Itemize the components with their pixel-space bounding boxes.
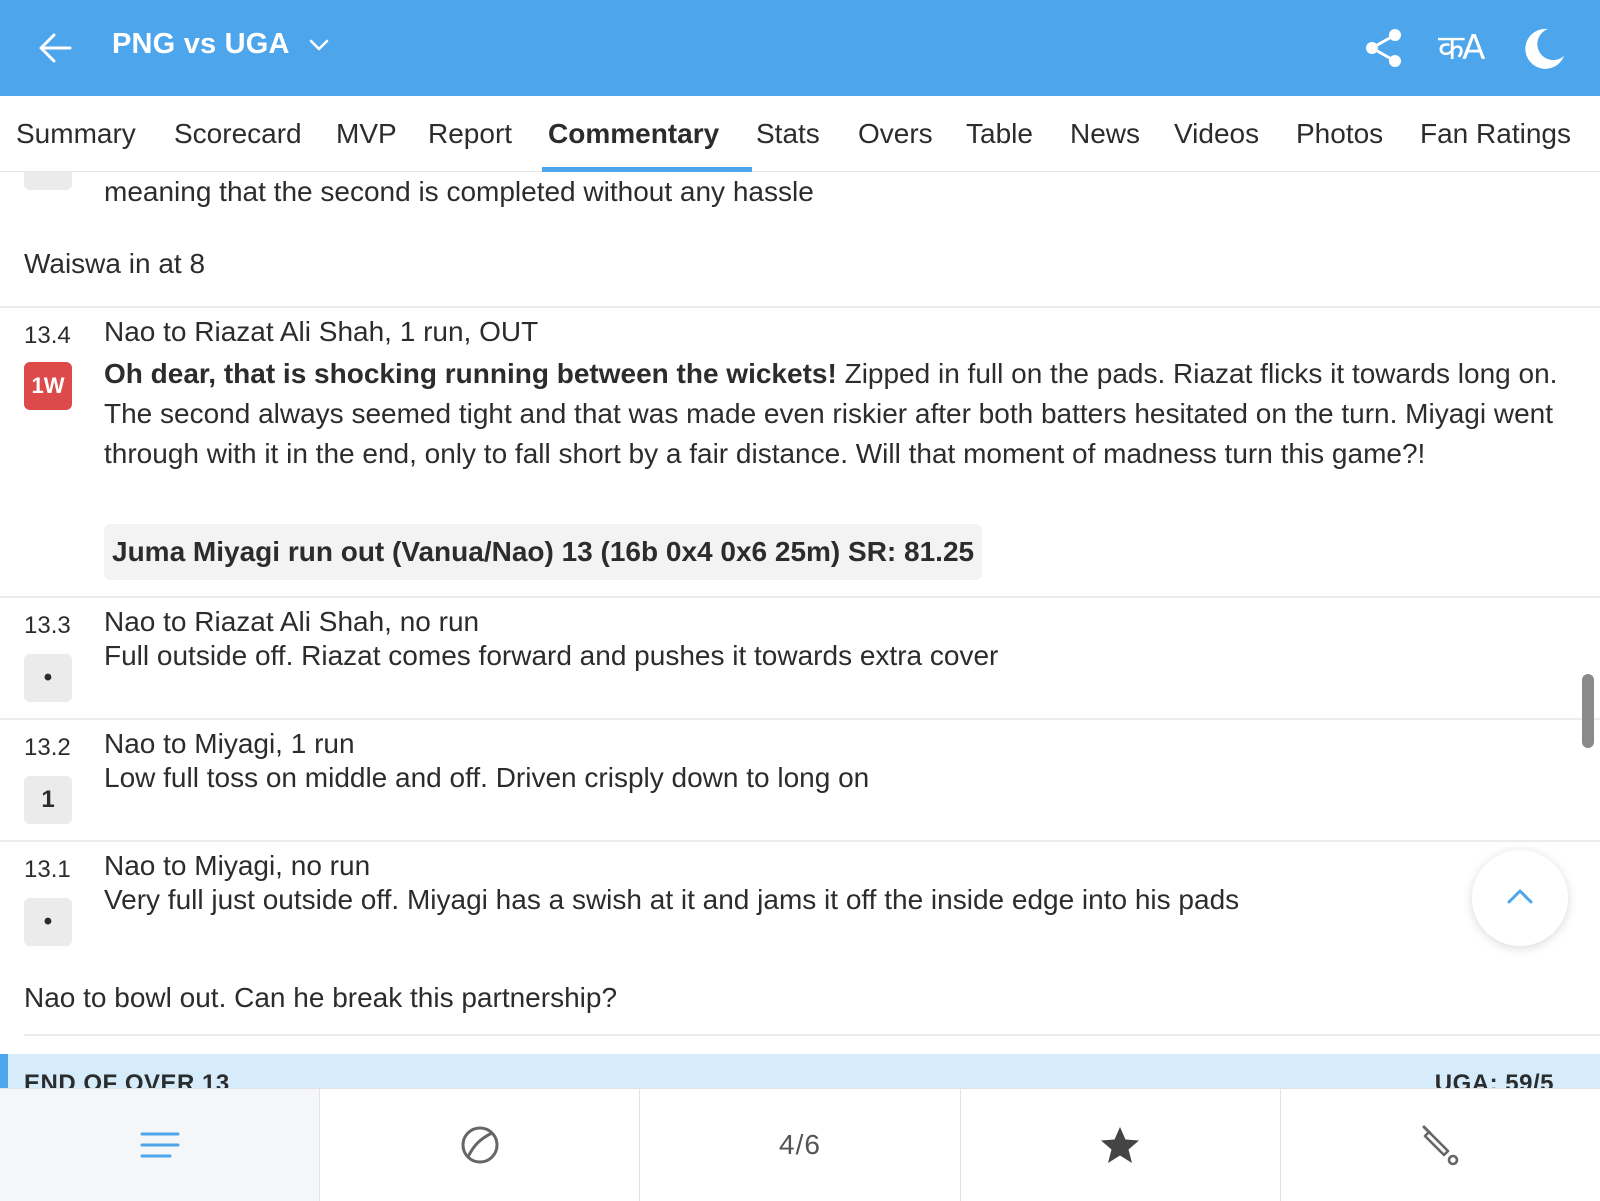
tab-commentary[interactable]: Commentary [548, 96, 719, 172]
commentary-feed[interactable]: meaning that the second is completed wit… [0, 172, 1600, 1088]
tab-report[interactable]: Report [428, 96, 512, 172]
divider [0, 306, 1600, 308]
commentary-text: meaning that the second is completed wit… [104, 176, 814, 207]
dark-mode-icon[interactable] [1522, 26, 1566, 70]
scrollbar[interactable] [1582, 674, 1594, 748]
tab-photos[interactable]: Photos [1296, 96, 1383, 172]
tab-videos[interactable]: Videos [1174, 96, 1259, 172]
menu-icon [140, 1132, 180, 1158]
back-arrow-icon[interactable] [36, 28, 76, 68]
run-badge: 1 [24, 776, 72, 824]
language-icon[interactable]: कA [1438, 28, 1485, 68]
divider [0, 718, 1600, 720]
dot-ball-badge: • [24, 898, 72, 946]
bottom-nav: 4/6 [0, 1088, 1600, 1201]
over-number: 13.1 [24, 856, 71, 883]
ball-title: Nao to Miyagi, no run [104, 850, 371, 881]
over-number: 13.4 [24, 322, 71, 349]
ball-title: Nao to Riazat Ali Shah, 1 run, OUT [104, 316, 539, 347]
tab-news[interactable]: News [1070, 96, 1140, 172]
cricket-bat-icon [1422, 1125, 1459, 1166]
tab-overs[interactable]: Overs [858, 96, 933, 172]
tab-fan-ratings[interactable]: Fan Ratings [1420, 96, 1571, 172]
tab-stats[interactable]: Stats [756, 96, 820, 172]
divider [0, 596, 1600, 598]
chevron-down-icon [309, 39, 328, 50]
ball-view-button[interactable] [320, 1089, 641, 1201]
ball-title: Nao to Riazat Ali Shah, no run [104, 606, 480, 637]
top-app-bar: PNG vs UGA कA [0, 0, 1600, 96]
end-of-over-score: UGA: 59/5 [1434, 1070, 1554, 1088]
divider [0, 840, 1600, 842]
tab-scorecard[interactable]: Scorecard [174, 96, 302, 172]
match-selector[interactable]: PNG vs UGA [112, 28, 332, 61]
end-of-over-header: END OF OVER 13 UGA: 59/5 [0, 1054, 1600, 1088]
tab-mvp[interactable]: MVP [336, 96, 397, 172]
ball-headline: Oh dear, that is shocking running betwee… [104, 358, 837, 389]
commentary-view-button[interactable] [0, 1089, 321, 1201]
ball-badge [24, 172, 72, 190]
commentary-note: Nao to bowl out. Can he break this partn… [24, 982, 618, 1013]
over-number: 13.3 [24, 612, 71, 639]
ball-title: Nao to Miyagi, 1 run [104, 728, 355, 759]
scroll-to-top-button[interactable] [1472, 850, 1568, 946]
dismissal-summary: Juma Miyagi run out (Vanua/Nao) 13 (16b … [104, 524, 983, 580]
end-of-over-label: END OF OVER 13 [24, 1070, 230, 1088]
ball-description: Oh dear, that is shocking running betwee… [104, 354, 1564, 474]
tab-table[interactable]: Table [966, 96, 1033, 172]
share-icon[interactable] [1362, 26, 1406, 70]
page-counter-button[interactable]: 4/6 [640, 1089, 961, 1201]
chevron-up-icon [1507, 889, 1533, 904]
cricket-bat-button[interactable] [1281, 1089, 1600, 1201]
page-counter: 4/6 [779, 1129, 821, 1160]
tab-summary[interactable]: Summary [16, 96, 136, 172]
over-number: 13.2 [24, 734, 71, 761]
match-title: PNG vs UGA [112, 28, 290, 60]
star-icon [1101, 1127, 1140, 1163]
match-tabs: Summary Scorecard MVP Report Commentary … [0, 96, 1600, 172]
ball-description: Low full toss on middle and off. Driven … [104, 762, 870, 793]
ball-description: Very full just outside off. Miyagi has a… [104, 884, 1240, 915]
divider [24, 1034, 1600, 1036]
ball-icon [461, 1126, 499, 1164]
dot-ball-badge: • [24, 654, 72, 702]
favourite-button[interactable] [961, 1089, 1281, 1201]
wicket-badge: 1W [24, 362, 72, 410]
ball-description: Full outside off. Riazat comes forward a… [104, 640, 999, 671]
commentary-note: Waiswa in at 8 [24, 248, 206, 279]
